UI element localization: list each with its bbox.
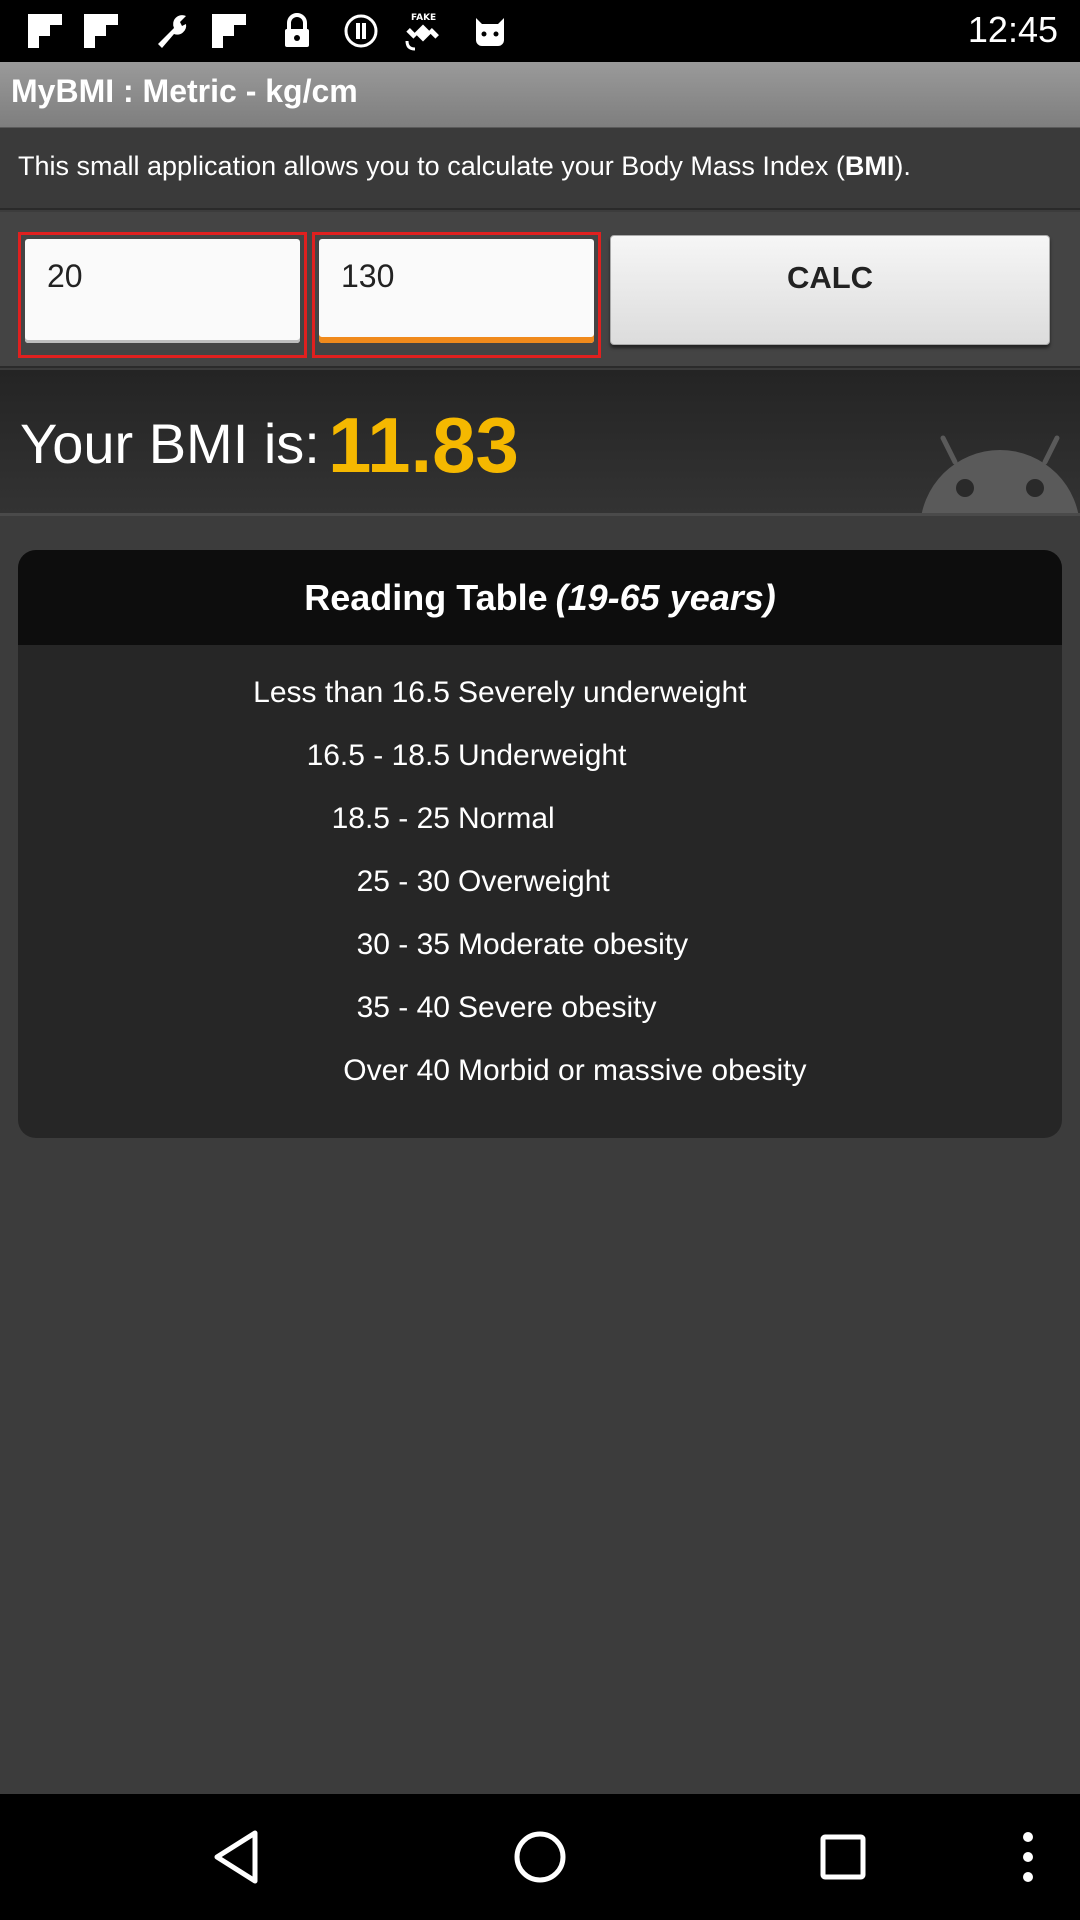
- weight-field-highlight: [18, 232, 307, 358]
- recents-icon[interactable]: [805, 1819, 881, 1895]
- home-icon[interactable]: [502, 1819, 578, 1895]
- table-row: 35 - 40 Severe obesity: [18, 991, 1062, 1041]
- bmi-range: 18.5 - 25: [331, 802, 450, 835]
- intro-text-before: This small application allows you to cal…: [18, 151, 845, 181]
- table-row: Over 40 Morbid or massive obesity: [18, 1054, 1062, 1104]
- flipboard-icon: [210, 13, 248, 49]
- table-row: 18.5 - 25 Normal: [18, 802, 1062, 852]
- flipboard-icon: [82, 13, 120, 49]
- intro-section: This small application allows you to cal…: [0, 128, 1080, 210]
- title-bar: MyBMI : Metric - kg/cm: [0, 62, 1080, 128]
- wrench-icon: [150, 13, 192, 49]
- bmi-range: Less than 16.5: [253, 676, 450, 709]
- height-field-highlight: [312, 232, 601, 358]
- flipboard-icon: [26, 13, 64, 49]
- menu-dots-icon[interactable]: [990, 1819, 1066, 1895]
- intro-text-after: ).: [894, 151, 911, 181]
- bmi-category: Overweight: [458, 865, 610, 898]
- bmi-range: 25 - 30: [356, 865, 450, 898]
- info-circle-icon: [342, 13, 380, 49]
- status-time: 12:45: [967, 9, 1058, 50]
- weight-field[interactable]: [25, 239, 300, 343]
- bmi-range: 16.5 - 18.5: [306, 739, 450, 772]
- weight-input[interactable]: [25, 239, 300, 343]
- lock-icon: [280, 13, 314, 49]
- android-cat-icon: [470, 13, 510, 49]
- fake-gps-satellite-icon: FAKE: [402, 13, 446, 51]
- bmi-range: Over 40: [343, 1054, 450, 1087]
- status-bar: FAKE 12:45: [0, 0, 1080, 62]
- table-row: Less than 16.5 Severely underweight: [18, 676, 1062, 726]
- height-field[interactable]: [319, 239, 594, 343]
- bmi-category: Severely underweight: [458, 676, 747, 709]
- bmi-category: Normal: [458, 802, 555, 835]
- result-section: Your BMI is: 11.83: [0, 370, 1080, 516]
- bmi-result-value: 11.83: [328, 401, 519, 489]
- navigation-bar: [0, 1794, 1080, 1920]
- table-row: 30 - 35 Moderate obesity: [18, 928, 1062, 978]
- bmi-category: Moderate obesity: [458, 928, 689, 961]
- table-row: 25 - 30 Overweight: [18, 865, 1062, 915]
- calc-button[interactable]: CALC: [610, 235, 1050, 345]
- android-logo-icon: [921, 435, 1079, 513]
- reading-table-header: Reading Table (19-65 years): [18, 550, 1062, 645]
- bmi-category: Severe obesity: [458, 991, 657, 1024]
- bmi-category: Underweight: [458, 739, 627, 772]
- bmi-category: Morbid or massive obesity: [458, 1054, 807, 1087]
- reading-table-title: Reading Table: [304, 576, 548, 618]
- back-icon[interactable]: [198, 1819, 274, 1895]
- bmi-range: 30 - 35: [356, 928, 450, 961]
- table-row: 16.5 - 18.5 Underweight: [18, 739, 1062, 789]
- height-input[interactable]: [319, 239, 594, 343]
- bmi-result-label: Your BMI is:: [20, 412, 320, 475]
- svg-text:FAKE: FAKE: [411, 13, 436, 23]
- reading-table: Reading Table (19-65 years) Less than 16…: [18, 550, 1062, 1138]
- app-title: MyBMI : Metric - kg/cm: [11, 73, 358, 109]
- bmi-range: 35 - 40: [356, 991, 450, 1024]
- intro-text-bold: BMI: [844, 151, 895, 181]
- reading-table-subtitle: (19-65 years): [555, 576, 776, 618]
- input-row: CALC: [0, 212, 1080, 368]
- intro-text: This small application allows you to cal…: [18, 151, 911, 182]
